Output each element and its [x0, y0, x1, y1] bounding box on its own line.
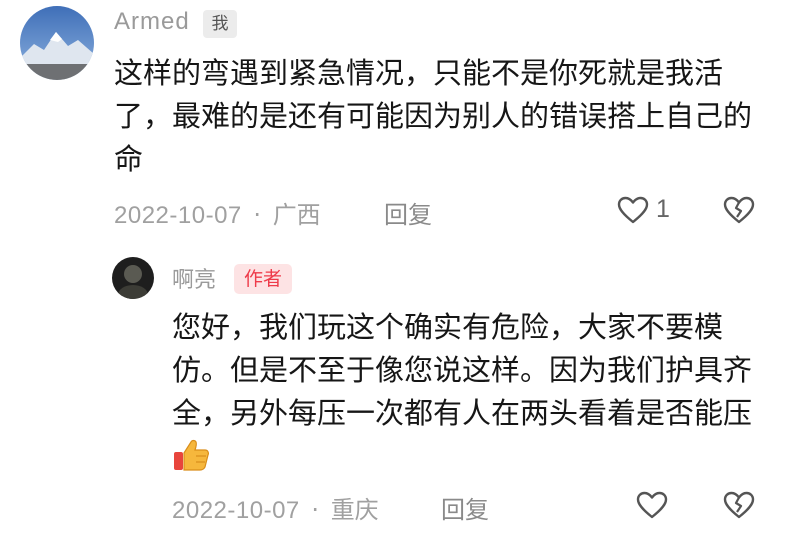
avatar-image: [20, 6, 94, 80]
reply-avatar-image: [112, 257, 154, 299]
me-badge: 我: [203, 10, 237, 38]
author-badge: 作者: [234, 264, 292, 294]
username[interactable]: Armed: [114, 8, 190, 36]
broken-heart-icon[interactable]: [723, 196, 755, 228]
reply-avatar[interactable]: [112, 257, 154, 299]
reply-text-block: 您好，我们玩这个确实有危险，大家不要模仿。但是不至于像您说这样。因为我们护具齐全…: [172, 306, 772, 478]
like-count: 1: [656, 195, 670, 223]
reply-location: 重庆: [330, 496, 379, 524]
reply-date: 2022-10-07: [172, 497, 300, 524]
heart-outline-icon[interactable]: [636, 491, 668, 523]
broken-heart-icon[interactable]: [723, 491, 755, 523]
reply-reply-button[interactable]: 回复: [441, 490, 489, 525]
meta-separator: ·: [253, 201, 262, 229]
reply-meta: 2022-10-07 · 重庆: [172, 490, 379, 525]
thumbs-up-emoji: [172, 438, 210, 472]
avatar[interactable]: [20, 6, 94, 80]
reply-button[interactable]: 回复: [384, 195, 432, 230]
heart-outline-icon[interactable]: [617, 196, 649, 228]
comment-text: 这样的弯遇到紧急情况，只能不是你死就是我活了，最难的是还有可能因为别人的错误搭上…: [114, 56, 753, 176]
reply-text: 您好，我们玩这个确实有危险，大家不要模仿。但是不至于像您说这样。因为我们护具齐全…: [172, 310, 753, 430]
meta-separator: ·: [311, 496, 320, 524]
reply-username[interactable]: 啊亮: [172, 262, 216, 294]
comment-meta: 2022-10-07 · 广西: [114, 195, 321, 230]
comment-date: 2022-10-07: [114, 202, 242, 229]
comment-location: 广西: [272, 201, 321, 229]
